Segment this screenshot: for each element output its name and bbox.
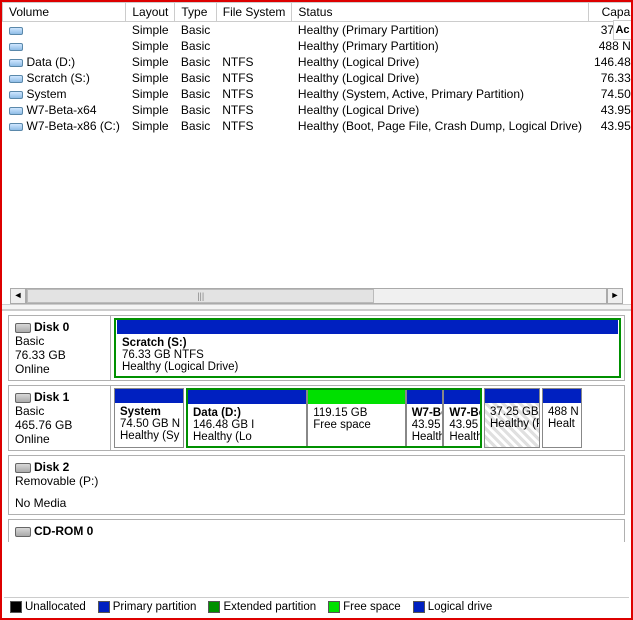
p488-part-status: Healt (548, 418, 576, 430)
volume-icon (9, 123, 23, 131)
disk-2-sub: Removable (P:) (15, 474, 618, 488)
volume-icon (9, 91, 23, 99)
horizontal-scrollbar[interactable]: ◄ ||| ► (10, 288, 623, 304)
volume-icon (9, 43, 23, 51)
w7beta-b-partition[interactable]: W7-Beta 43.95 GB Healthy ( (443, 390, 480, 446)
table-row[interactable]: Scratch (S:)SimpleBasicNTFSHealthy (Logi… (3, 70, 632, 86)
partition-bar (117, 320, 618, 334)
partition-bar (543, 389, 581, 403)
table-row[interactable]: Data (D:)SimpleBasicNTFSHealthy (Logical… (3, 54, 632, 70)
disk-0-title: Disk 0 (34, 320, 69, 334)
scratch-part-size: 76.33 GB NTFS (122, 349, 613, 361)
col-filesystem[interactable]: File System (216, 3, 292, 22)
system-partition[interactable]: System 74.50 GB N Healthy (Sy (114, 388, 184, 448)
partition-bar (485, 389, 539, 403)
volume-icon (9, 59, 23, 67)
primary-488-partition[interactable]: 488 N Healt (542, 388, 582, 448)
disk-1-info: Disk 1 Basic 465.76 GB Online (9, 386, 111, 450)
data-part-status: Healthy (Lo (193, 431, 301, 443)
cdrom-icon (15, 527, 31, 537)
disk-icon (15, 393, 31, 403)
w7a-part-status: Healthy (L (412, 431, 438, 443)
disk-2-title: Disk 2 (34, 460, 69, 474)
table-row[interactable]: SimpleBasicHealthy (Primary Partition)37… (3, 22, 632, 39)
volume-icon (9, 27, 23, 35)
partition-bar (188, 390, 306, 404)
disk-0-size: 76.33 GB (15, 348, 104, 362)
disk-0-status: Online (15, 362, 104, 376)
disk-1-row[interactable]: Disk 1 Basic 465.76 GB Online System 74.… (8, 385, 625, 451)
scroll-right-button[interactable]: ► (607, 288, 623, 304)
table-row[interactable]: W7-Beta-x86 (C:)SimpleBasicNTFSHealthy (… (3, 118, 632, 134)
volume-header-row[interactable]: Volume Layout Type File System Status Ca… (3, 3, 632, 22)
data-partition[interactable]: Data (D:) 146.48 GB I Healthy (Lo (188, 390, 307, 446)
legend-logical: Logical drive (413, 601, 493, 613)
col-capacity[interactable]: Capa (588, 3, 631, 22)
disk-0-info: Disk 0 Basic 76.33 GB Online (9, 316, 111, 380)
free-part-status: Free space (313, 419, 399, 431)
table-row[interactable]: SystemSimpleBasicNTFSHealthy (System, Ac… (3, 86, 632, 102)
disk-2-row[interactable]: Disk 2 Removable (P:) No Media (8, 455, 625, 515)
volume-list-pane: Volume Layout Type File System Status Ca… (2, 2, 631, 304)
disk-1-size: 465.76 GB (15, 418, 104, 432)
disk-1-extended[interactable]: Data (D:) 146.48 GB I Healthy (Lo 119.15… (186, 388, 482, 448)
p488-part-size: 488 N (548, 406, 576, 418)
disk-icon (15, 323, 31, 333)
scroll-track[interactable]: ||| (26, 288, 607, 304)
w7a-part-name: W7-Beta- (412, 407, 438, 419)
disk-0-extended[interactable]: Scratch (S:) 76.33 GB NTFS Healthy (Logi… (114, 318, 621, 378)
disk-2-status: No Media (15, 496, 618, 510)
legend-extended: Extended partition (208, 601, 316, 613)
w7b-part-name: W7-Beta (449, 407, 475, 419)
w7b-part-status: Healthy ( (449, 431, 475, 443)
col-type[interactable]: Type (175, 3, 216, 22)
col-volume[interactable]: Volume (3, 3, 126, 22)
disk-graphical-pane: Disk 0 Basic 76.33 GB Online Scratch (S:… (2, 310, 631, 542)
cdrom-0-title: CD-ROM 0 (34, 524, 93, 538)
scratch-part-name: Scratch (S:) (122, 337, 613, 349)
w7b-part-size: 43.95 GB (449, 419, 475, 431)
volume-icon (9, 107, 23, 115)
primary-37-partition[interactable]: 37.25 GB Healthy (P (484, 388, 540, 448)
volume-icon (9, 75, 23, 83)
system-part-name: System (120, 406, 178, 418)
scroll-thumb[interactable]: ||| (27, 289, 374, 303)
disk-1-status: Online (15, 432, 104, 446)
scroll-left-button[interactable]: ◄ (10, 288, 26, 304)
disk-0-row[interactable]: Disk 0 Basic 76.33 GB Online Scratch (S:… (8, 315, 625, 381)
legend-free: Free space (328, 601, 401, 613)
disk-1-type: Basic (15, 404, 104, 418)
partition-bar (407, 390, 443, 404)
disk-1-title: Disk 1 (34, 390, 69, 404)
legend-unallocated: Unallocated (10, 601, 86, 613)
cdrom-0-row[interactable]: CD-ROM 0 (8, 519, 625, 542)
disk-icon (15, 463, 31, 473)
volume-table[interactable]: Volume Layout Type File System Status Ca… (2, 2, 631, 134)
partition-bar (444, 390, 480, 404)
system-part-status: Healthy (Sy (120, 430, 178, 442)
col-status[interactable]: Status (292, 3, 588, 22)
col-layout[interactable]: Layout (126, 3, 175, 22)
legend-primary: Primary partition (98, 601, 197, 613)
partition-bar (308, 390, 404, 404)
legend: Unallocated Primary partition Extended p… (4, 597, 629, 616)
p37-part-size: 37.25 GB (490, 406, 534, 418)
table-row[interactable]: SimpleBasicHealthy (Primary Partition)48… (3, 38, 632, 54)
w7a-part-size: 43.95 GB I (412, 419, 438, 431)
data-part-name: Data (D:) (193, 407, 301, 419)
partition-bar (115, 389, 183, 403)
free-part-size: 119.15 GB (313, 407, 399, 419)
right-pane-tab[interactable]: Ac (613, 20, 631, 40)
data-part-size: 146.48 GB I (193, 419, 301, 431)
table-row[interactable]: W7-Beta-x64SimpleBasicNTFSHealthy (Logic… (3, 102, 632, 118)
scratch-part-status: Healthy (Logical Drive) (122, 361, 613, 373)
system-part-size: 74.50 GB N (120, 418, 178, 430)
w7beta-a-partition[interactable]: W7-Beta- 43.95 GB I Healthy (L (406, 390, 444, 446)
p37-part-status: Healthy (P (490, 418, 534, 430)
disk-0-type: Basic (15, 334, 104, 348)
free-space-partition[interactable]: 119.15 GB Free space (307, 390, 405, 446)
